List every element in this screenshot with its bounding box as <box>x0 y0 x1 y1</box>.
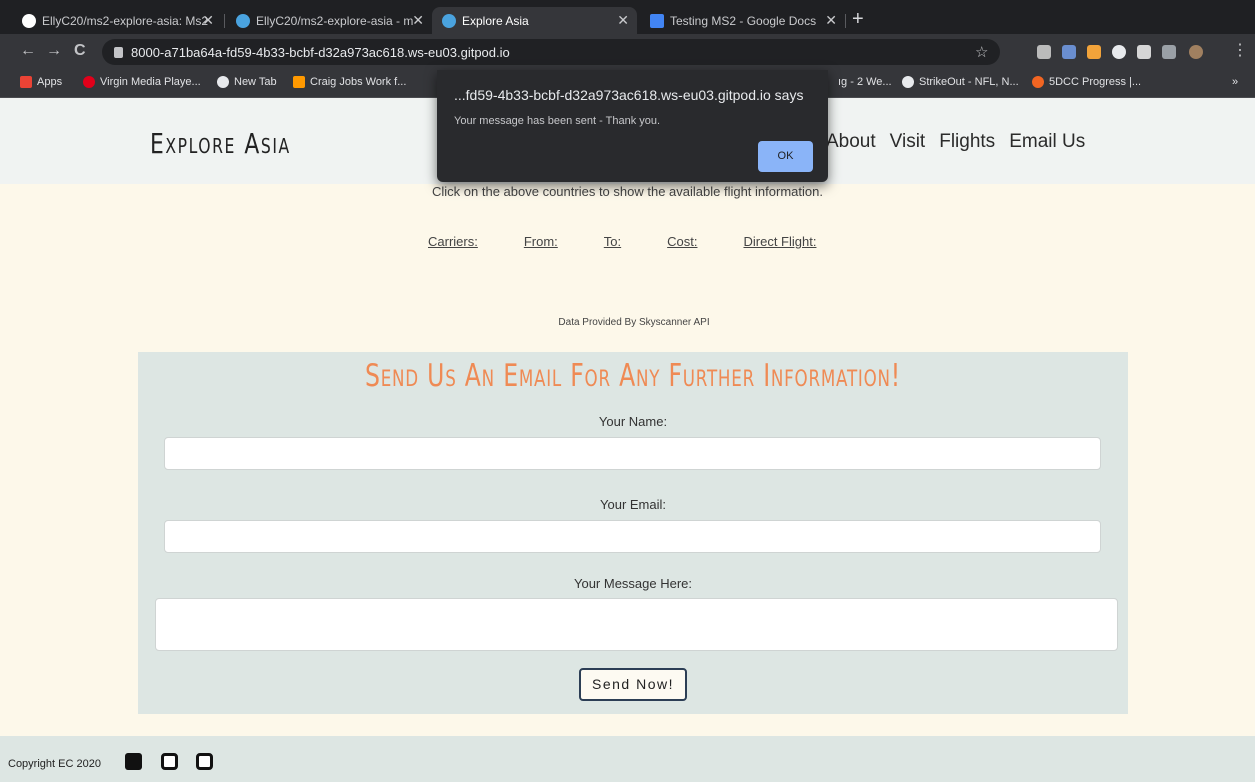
ok-button[interactable]: OK <box>758 141 813 172</box>
bookmark-label: Virgin Media Playe... <box>100 76 201 88</box>
name-field[interactable] <box>164 437 1101 470</box>
browser-tab[interactable]: Testing MS2 - Google Docs ✕ <box>640 7 845 34</box>
contact-form-section: Send Us An Email For Any Further Informa… <box>138 352 1128 714</box>
flight-info-labels: Carriers: From: To: Cost: Direct Flight: <box>428 234 816 249</box>
circle-icon <box>1032 76 1044 88</box>
new-tab-button[interactable]: + <box>852 9 864 29</box>
bookmark-strikeout[interactable]: StrikeOut - NFL, N... <box>902 76 1019 88</box>
forward-icon[interactable]: → <box>46 42 62 60</box>
close-icon[interactable]: ✕ <box>617 12 629 29</box>
tab-separator <box>845 14 846 28</box>
nav-flights[interactable]: Flights <box>939 131 995 153</box>
cost-label: Cost: <box>667 234 698 249</box>
alert-message: Your message has been sent - Thank you. <box>454 115 661 127</box>
data-provider-credit: Data Provided By Skyscanner API <box>558 317 710 328</box>
send-now-button[interactable]: Send Now! <box>579 668 687 701</box>
tab-title: EllyC20/ms2-explore-asia - m <box>256 13 414 28</box>
instagram-icon[interactable] <box>161 753 178 770</box>
copyright-text: Copyright EC 2020 <box>8 758 101 770</box>
browser-tab-active[interactable]: Explore Asia ✕ <box>432 7 637 34</box>
url-text: 8000-a71ba64a-fd59-4b33-bcbf-d32a973ac61… <box>131 44 510 60</box>
browser-tab-strip: EllyC20/ms2-explore-asia: Ms2 ✕ EllyC20/… <box>0 0 1255 34</box>
bookmark-label: New Tab <box>234 76 277 88</box>
address-bar[interactable]: 8000-a71ba64a-fd59-4b33-bcbf-d32a973ac61… <box>102 39 1000 65</box>
tab-title: EllyC20/ms2-explore-asia: Ms2 <box>42 13 209 28</box>
menu-icon[interactable]: ⋮ <box>1232 42 1248 60</box>
cast-icon[interactable] <box>1162 45 1176 59</box>
close-icon[interactable]: ✕ <box>412 12 424 29</box>
to-label: To: <box>603 234 622 249</box>
site-footer <box>0 736 1255 782</box>
globe-icon <box>217 76 229 88</box>
contact-title: Send Us An Email For Any Further Informa… <box>364 358 901 394</box>
bookmark-label: Apps <box>37 76 63 88</box>
lock-icon <box>114 46 123 58</box>
brand-logo[interactable]: Explore Asia <box>150 127 291 160</box>
gitpod-icon <box>442 13 456 28</box>
bookmark-craig-jobs[interactable]: Craig Jobs Work f... <box>293 76 406 88</box>
facebook-icon[interactable] <box>125 753 142 770</box>
amazon-icon <box>293 76 305 88</box>
github-icon <box>22 13 36 28</box>
tab-title: Testing MS2 - Google Docs <box>670 13 817 28</box>
bookmark-virgin-media[interactable]: Virgin Media Playe... <box>83 76 201 88</box>
nav-visit[interactable]: Visit <box>890 131 926 153</box>
email-field[interactable] <box>164 520 1101 553</box>
virgin-media-icon <box>83 76 95 88</box>
email-label: Your Email: <box>600 497 666 512</box>
bookmark-label: 5DCC Progress |... <box>1049 76 1142 88</box>
back-icon[interactable]: ← <box>20 42 36 60</box>
extension-icon[interactable] <box>1112 45 1126 59</box>
extension-icon[interactable] <box>1037 45 1051 59</box>
alert-title: ...fd59-4b33-bcbf-d32a973ac618.ws-eu03.g… <box>454 87 804 103</box>
avatar[interactable] <box>1189 45 1203 59</box>
close-icon[interactable]: ✕ <box>825 12 837 29</box>
extension-icon[interactable] <box>1062 45 1076 59</box>
bookmark-label: Craig Jobs Work f... <box>310 76 407 88</box>
tab-title: Explore Asia <box>462 13 529 28</box>
browser-tab[interactable]: EllyC20/ms2-explore-asia - m ✕ <box>226 7 432 34</box>
close-icon[interactable]: ✕ <box>202 12 214 29</box>
browser-toolbar: ← → C 8000-a71ba64a-fd59-4b33-bcbf-d32a9… <box>0 34 1255 70</box>
bookmark-5dcc[interactable]: 5DCC Progress |... <box>1032 76 1141 88</box>
tab-separator <box>224 14 225 28</box>
bookmark-star-icon[interactable]: ☆ <box>975 43 988 61</box>
direct-flight-label: Direct Flight: <box>743 234 817 249</box>
nav-email-us[interactable]: Email Us <box>1009 131 1085 153</box>
bookmark-item[interactable]: ıg - 2 We... <box>838 76 892 88</box>
puzzle-icon[interactable] <box>1137 45 1151 59</box>
bookmark-label: ıg - 2 We... <box>838 76 892 88</box>
main-nav: About Visit Flights Email Us <box>826 131 1085 153</box>
alert-dialog: ...fd59-4b33-bcbf-d32a973ac618.ws-eu03.g… <box>437 70 828 182</box>
google-docs-icon <box>650 13 664 28</box>
bookmark-new-tab[interactable]: New Tab <box>217 76 277 88</box>
bookmark-label: StrikeOut - NFL, N... <box>919 76 1019 88</box>
bookmark-apps[interactable]: Apps <box>20 76 62 88</box>
bookmarks-more-icon[interactable]: » <box>1232 76 1238 88</box>
reload-icon[interactable]: C <box>74 42 86 60</box>
youtube-icon[interactable] <box>196 753 213 770</box>
from-label: From: <box>523 234 558 249</box>
message-field[interactable] <box>155 598 1118 651</box>
carriers-label: Carriers: <box>428 234 478 249</box>
nav-about[interactable]: About <box>826 131 876 153</box>
apps-grid-icon <box>20 76 32 88</box>
gitpod-icon <box>236 13 250 28</box>
name-label: Your Name: <box>598 414 668 429</box>
runner-icon <box>902 76 914 88</box>
extension-icon[interactable] <box>1087 45 1101 59</box>
browser-tab[interactable]: EllyC20/ms2-explore-asia: Ms2 ✕ <box>12 7 222 34</box>
message-label: Your Message Here: <box>573 576 693 591</box>
flights-intro-text: Click on the above countries to show the… <box>432 184 823 199</box>
